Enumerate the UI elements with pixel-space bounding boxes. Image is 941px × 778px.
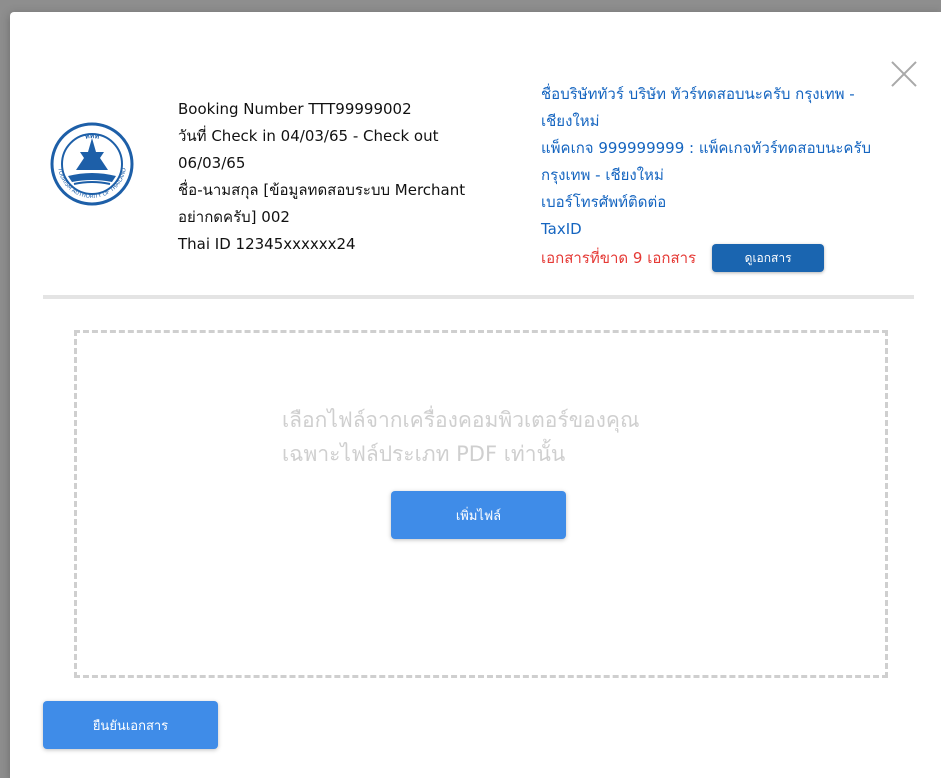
missing-docs-row: เอกสารที่ขาด 9 เอกสาร ดูเอกสาร bbox=[541, 244, 913, 272]
dropzone-line2: เฉพาะไฟล์ประเภท PDF เท่านั้น bbox=[282, 442, 566, 466]
tat-logo: ททท TOURISM AUTHORITY OF THAILAND bbox=[50, 122, 134, 206]
customer-name-line2: อย่ากดครับ] 002 bbox=[178, 208, 290, 226]
dropzone-instructions: เลือกไฟล์จากเครื่องคอมพิวเตอร์ของคุณ เฉพ… bbox=[282, 403, 762, 471]
upload-documents-modal: ททท TOURISM AUTHORITY OF THAILAND Bookin… bbox=[10, 12, 941, 778]
customer-name-line1: ชื่อ-นามสกุล [ข้อมูลทดสอบระบบ Merchant bbox=[178, 181, 466, 199]
logo-top-text: ททท bbox=[84, 132, 100, 141]
booking-number: Booking Number TTT99999002 bbox=[178, 100, 412, 118]
view-documents-button[interactable]: ดูเอกสาร bbox=[712, 244, 825, 272]
missing-docs-text: เอกสารที่ขาด 9 เอกสาร bbox=[541, 248, 697, 267]
package-line1: แพ็คเกจ 999999999 : แพ็คเกจทัวร์ทดสอบนะค… bbox=[541, 139, 872, 157]
booking-info: Booking Number TTT99999002 วันที่ Check … bbox=[178, 96, 498, 258]
confirm-documents-button[interactable]: ยืนยันเอกสาร bbox=[43, 701, 218, 749]
divider bbox=[43, 295, 914, 299]
add-file-button[interactable]: เพิ่มไฟล์ bbox=[391, 491, 566, 539]
tax-id-label: TaxID bbox=[541, 220, 582, 238]
thai-id: Thai ID 12345xxxxxx24 bbox=[178, 235, 356, 253]
company-name-line2: เชียงใหม่ bbox=[541, 112, 600, 130]
checkin-line2: 06/03/65 bbox=[178, 154, 246, 172]
phone-label: เบอร์โทรศัพท์ติดต่อ bbox=[541, 193, 667, 211]
file-dropzone[interactable]: เลือกไฟล์จากเครื่องคอมพิวเตอร์ของคุณ เฉพ… bbox=[74, 330, 888, 678]
company-name-line1: ชื่อบริษัททัวร์ บริษัท ทัวร์ทดสอบนะครับ … bbox=[541, 85, 855, 103]
dropzone-line1: เลือกไฟล์จากเครื่องคอมพิวเตอร์ของคุณ bbox=[282, 408, 640, 432]
company-info: ชื่อบริษัททัวร์ บริษัท ทัวร์ทดสอบนะครับ … bbox=[541, 81, 913, 272]
checkin-line1: วันที่ Check in 04/03/65 - Check out bbox=[178, 127, 439, 145]
package-line2: กรุงเทพ - เชียงใหม่ bbox=[541, 166, 664, 184]
